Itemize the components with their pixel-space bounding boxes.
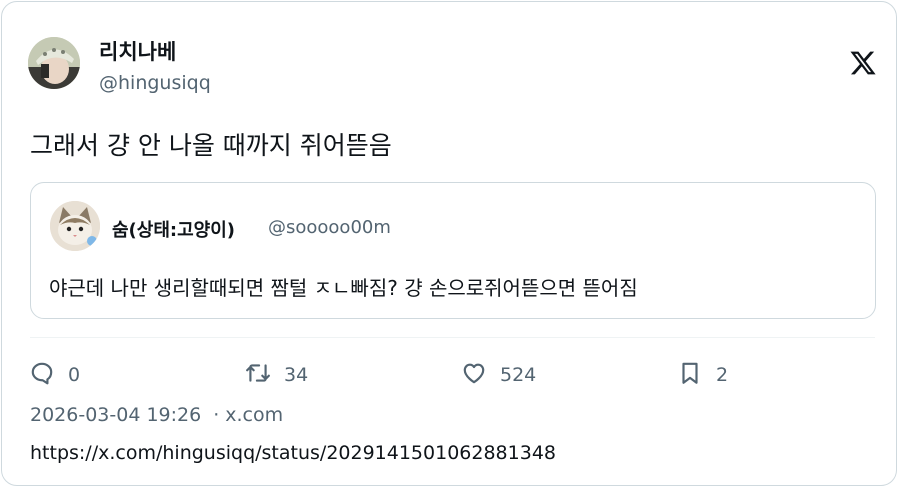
quoted-author-avatar[interactable] xyxy=(50,201,100,251)
bookmark-icon xyxy=(677,360,703,390)
tweet-text: 그래서 걍 안 나올 때까지 쥐어뜯음 xyxy=(30,131,392,160)
author-handle[interactable]: @hingusiqq xyxy=(99,72,211,94)
quoted-tweet-text: 야근데 나만 생리할때되면 짬털 ㅈㄴ빠짐? 걍 손으로쥐어뜯으면 뜯어짐 xyxy=(49,276,638,300)
quoted-tweet[interactable]: 숨(상태:고양이) @sooooo00m 야근데 나만 생리할때되면 짬털 ㅈㄴ… xyxy=(30,182,876,319)
actions-divider xyxy=(30,337,875,338)
tweet-url-link[interactable]: https://x.com/hingusiqq/status/202914150… xyxy=(30,442,556,464)
like-count: 524 xyxy=(500,364,537,386)
tweet-card: 리치나베 @hingusiqq 그래서 걍 안 나올 때까지 쥐어뜯음 숨(상태… xyxy=(1,1,897,486)
source-domain-link[interactable]: x.com xyxy=(225,404,283,426)
reply-bubble-icon xyxy=(29,360,55,390)
author-avatar[interactable] xyxy=(28,37,80,89)
reply-count: 0 xyxy=(68,364,81,386)
timestamp[interactable]: 2026-03-04 19:26 xyxy=(30,404,201,426)
retweet-count: 34 xyxy=(284,364,309,386)
quoted-author-display-name: 숨(상태:고양이) xyxy=(112,220,236,241)
author-display-name[interactable]: 리치나베 xyxy=(99,36,176,66)
tweet-meta: 2026-03-04 19:26 · x.com xyxy=(30,404,283,426)
quoted-author-handle: @sooooo00m xyxy=(268,217,391,238)
bookmark-button[interactable]: 2 xyxy=(677,360,728,390)
retweet-icon xyxy=(245,360,271,390)
reply-button[interactable]: 0 xyxy=(29,360,80,390)
heart-icon xyxy=(461,360,487,390)
bookmark-count: 2 xyxy=(716,364,729,386)
like-button[interactable]: 524 xyxy=(461,360,536,390)
x-logo-icon[interactable] xyxy=(849,49,877,77)
retweet-button[interactable]: 34 xyxy=(245,360,308,390)
meta-separator: · xyxy=(213,404,220,426)
